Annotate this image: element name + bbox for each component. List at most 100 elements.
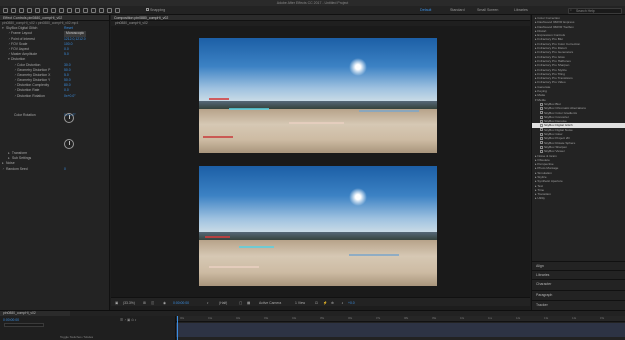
- effect-property-label: FOV Aspect: [11, 46, 30, 51]
- selection-tool-icon[interactable]: [11, 8, 16, 13]
- ruler-tick-label: 04s: [292, 316, 297, 320]
- effect-icon: [540, 111, 543, 115]
- effect-controls-tab-label: Effect Controls pin0880_compHi_v02: [3, 16, 63, 20]
- ruler-tick-label: 05s: [320, 316, 325, 320]
- glitch-artifact: [209, 98, 229, 100]
- search-help-input[interactable]: Search Help: [568, 7, 622, 14]
- effect-property-label: Geometry Distortion X: [17, 72, 51, 77]
- timeline-layer-controls: 0:00:00:00 ☰ ◔ ▣ ⊙ ◐ Toggle Switches / M…: [0, 316, 176, 340]
- puppet-tool-icon[interactable]: [115, 8, 120, 13]
- transform-label: Transform: [11, 151, 28, 155]
- timeline-tab-label: pin0880_compHi_v02: [3, 311, 36, 315]
- ruler-tick-label: 12s: [516, 316, 521, 320]
- snapping-label: Snapping: [150, 7, 166, 12]
- composition-viewer[interactable]: [111, 26, 530, 297]
- effect-property-label: Distortion: [11, 57, 26, 62]
- align-panel[interactable]: Align: [532, 261, 625, 270]
- magnification-icon[interactable]: ▣: [115, 301, 118, 305]
- pan-behind-tool-icon[interactable]: [51, 8, 56, 13]
- granite-foreground: [199, 109, 437, 153]
- ruler-tick-label: 10s: [460, 316, 465, 320]
- toggle-switches-modes[interactable]: Toggle Switches / Modes: [60, 335, 93, 339]
- effect-icon: [540, 106, 543, 110]
- ruler-tick-label: 07s: [376, 316, 381, 320]
- color-rotation-dial[interactable]: [64, 139, 74, 149]
- paragraph-panel[interactable]: Paragraph: [532, 290, 625, 299]
- effect-icon: [540, 128, 543, 132]
- effect-icon: [540, 137, 543, 140]
- exposure-value[interactable]: +0.0: [348, 301, 355, 305]
- exposure-icon[interactable]: ◑: [341, 301, 343, 305]
- workspace-libraries[interactable]: Libraries: [514, 8, 528, 12]
- composition-tab[interactable]: Composition pin0880_compHi_v02: [114, 16, 168, 20]
- panorama-frame-top: [199, 38, 437, 153]
- character-panel[interactable]: Character: [532, 279, 625, 288]
- eraser-tool-icon[interactable]: [99, 8, 104, 13]
- comp-switches-icon[interactable]: ☰ ◔ ▣ ⊙ ◐: [120, 318, 137, 322]
- flowchart-icon[interactable]: ⊕: [331, 301, 334, 305]
- transparency-icon[interactable]: ▦: [247, 301, 250, 305]
- resolution-dropdown[interactable]: (Half): [219, 301, 227, 305]
- ruler-tick-label: 13s: [544, 316, 549, 320]
- glitch-artifact: [349, 254, 399, 256]
- current-time[interactable]: 0:00:00:00: [173, 301, 189, 305]
- playhead[interactable]: [177, 316, 178, 340]
- effect-icon: [540, 115, 543, 119]
- noise-label: Noise: [5, 161, 15, 166]
- glitch-artifact: [203, 136, 233, 138]
- workspace-default[interactable]: Default: [420, 8, 431, 12]
- layer-path-label: pin0880_compHi_v02 • pin0880_compHi_v02.…: [2, 21, 79, 25]
- random-seed-value[interactable]: 0: [64, 167, 66, 172]
- rotate-tool-icon[interactable]: [35, 8, 40, 13]
- camera-tool-icon[interactable]: [43, 8, 48, 13]
- tracker-panel[interactable]: Tracker: [532, 300, 625, 309]
- libraries-panel[interactable]: Libraries: [532, 270, 625, 279]
- effect-property-label: Master Amplitude: [11, 52, 38, 57]
- pen-tool-icon[interactable]: [67, 8, 72, 13]
- view-layout-dropdown[interactable]: 1 View: [295, 301, 305, 305]
- ruler-tick-label: 02s: [236, 316, 241, 320]
- snapping-toggle[interactable]: Snapping: [146, 8, 165, 12]
- workspace-small-screen[interactable]: Small Screen: [477, 8, 498, 12]
- ruler-tick-label: 06s: [348, 316, 353, 320]
- timeline-search-input[interactable]: [4, 323, 44, 327]
- snapping-checkbox[interactable]: [146, 8, 149, 12]
- search-icon: ⌕: [570, 8, 572, 12]
- granite-foreground: [199, 240, 437, 286]
- fast-preview-icon[interactable]: ⚡: [323, 301, 327, 305]
- effect-property-value[interactable]: 0x+0.0°: [64, 94, 76, 99]
- glitch-artifact: [229, 108, 269, 110]
- grid-icon[interactable]: ⊞: [143, 301, 146, 305]
- color-rotation-label: Color Rotation: [14, 112, 36, 117]
- roto-brush-tool-icon[interactable]: [107, 8, 112, 13]
- clone-stamp-tool-icon[interactable]: [91, 8, 96, 13]
- channel-icon[interactable]: ◐: [207, 301, 209, 305]
- effect-category[interactable]: ▸ Utility: [532, 196, 625, 200]
- hand-tool-icon[interactable]: [19, 8, 24, 13]
- time-ruler[interactable]: 00s 01s 02s 03s 04s 05s 06s 07s 08s 09s 10s 11s 12s 1…: [176, 316, 625, 322]
- layer-duration-bar[interactable]: [176, 323, 625, 337]
- camera-dropdown[interactable]: Active Camera: [259, 301, 281, 305]
- region-icon[interactable]: ▢: [239, 301, 242, 305]
- stopwatch-icon[interactable]: ◔: [2, 167, 5, 172]
- effect-property-label: Distortion Rate: [17, 88, 40, 93]
- workspace-standard[interactable]: Standard: [450, 8, 465, 12]
- effect-property-label: Color Distortion: [17, 62, 41, 67]
- home-icon[interactable]: [3, 8, 8, 13]
- panorama-frame-bottom: [199, 166, 437, 286]
- distortion-rotation-dial[interactable]: [64, 113, 74, 123]
- effect-icon: [540, 141, 543, 145]
- shape-tool-icon[interactable]: [59, 8, 64, 13]
- zoom-dropdown[interactable]: (33.3%): [123, 301, 135, 305]
- mask-icon[interactable]: ◫: [151, 301, 154, 305]
- pixel-aspect-icon[interactable]: ⊡: [315, 301, 318, 305]
- glitch-artifact: [205, 236, 230, 238]
- brush-tool-icon[interactable]: [83, 8, 88, 13]
- zoom-tool-icon[interactable]: [27, 8, 32, 13]
- effect-footer-rows: ▸ Transform ▸ Sub Settings ▸ Noise ◔ Ran…: [0, 151, 110, 172]
- timeline-timecode[interactable]: 0:00:00:00: [3, 318, 19, 322]
- snapshot-icon[interactable]: ◉: [163, 301, 166, 305]
- type-tool-icon[interactable]: [75, 8, 80, 13]
- random-seed-row: ◔ Random Seed 0: [0, 167, 110, 172]
- effect-label: Utility: [537, 196, 545, 201]
